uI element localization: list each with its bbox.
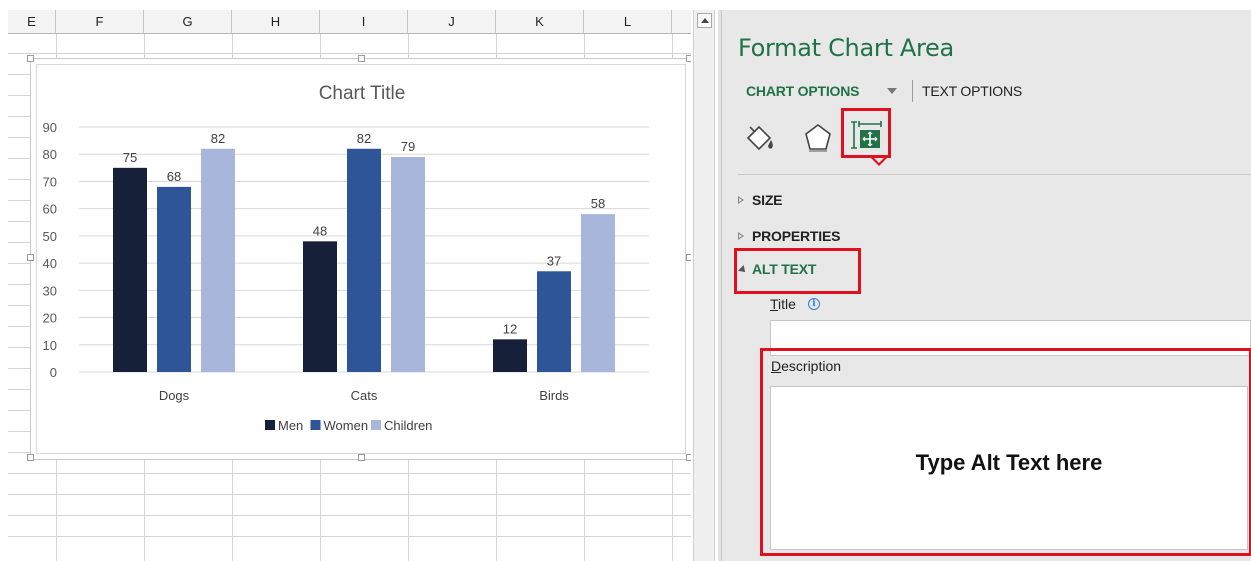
bar-chart[interactable]: Chart Title 0 10 20 30 40 50 60 70 80 90 75 68 82 Dogs… — [37, 65, 687, 455]
title-field-label: Title — [770, 296, 796, 312]
expand-properties-icon[interactable] — [738, 232, 744, 240]
legend-label-children: Children — [384, 418, 432, 433]
data-label-dogs-men: 75 — [123, 150, 137, 165]
spreadsheet-grid[interactable]: E F G H I J K L Chart Title 0 10 20 30 4… — [8, 10, 691, 561]
resize-handle-bottom[interactable] — [358, 454, 365, 461]
resize-handle-left[interactable] — [27, 254, 34, 261]
resize-handle-top-right[interactable] — [686, 55, 691, 62]
data-label-dogs-women: 68 — [167, 169, 181, 184]
effects-pentagon-icon[interactable] — [798, 118, 838, 158]
y-tick-label-50: 50 — [43, 229, 57, 244]
bar-cats-men — [303, 241, 337, 372]
fill-line-icon[interactable] — [742, 118, 782, 158]
bar-birds-women — [537, 271, 571, 372]
data-label-birds-women: 37 — [547, 253, 561, 268]
bar-birds-men — [493, 339, 527, 372]
resize-handle-bottom-right[interactable] — [686, 454, 691, 461]
bar-cats-women — [347, 148, 381, 372]
y-tick-label-30: 30 — [43, 283, 57, 298]
column-header-f[interactable]: F — [56, 10, 144, 34]
pane-separator — [738, 174, 1251, 175]
y-tick-label-20: 20 — [43, 311, 57, 326]
y-tick-label-80: 80 — [43, 147, 57, 162]
expand-size-icon[interactable] — [738, 196, 744, 204]
y-tick-label-10: 10 — [43, 338, 57, 353]
tab-chart-options[interactable]: CHART OPTIONS — [746, 83, 859, 99]
title-access-key: T — [770, 296, 779, 312]
description-text: Type Alt Text here — [915, 450, 1103, 475]
resize-handle-top-left[interactable] — [27, 55, 34, 62]
y-tick-label-70: 70 — [43, 174, 57, 189]
y-tick-label-60: 60 — [43, 202, 57, 217]
legend-swatch-men — [265, 420, 275, 430]
legend-swatch-women — [310, 420, 321, 430]
chart-plot-frame[interactable]: Chart Title 0 10 20 30 40 50 60 70 80 90 75 68 82 Dogs… — [36, 64, 686, 454]
tab-divider — [912, 80, 913, 102]
column-header-h[interactable]: H — [232, 10, 320, 34]
chart-area[interactable]: Chart Title 0 10 20 30 40 50 60 70 80 90 75 68 82 Dogs… — [27, 55, 691, 461]
bar-birds-children — [581, 214, 615, 372]
tab-text-options[interactable]: TEXT OPTIONS — [922, 83, 1022, 99]
data-label-cats-men: 48 — [313, 223, 327, 238]
column-headers: E F G H I J K L — [8, 10, 691, 34]
x-tick-label-dogs: Dogs — [159, 388, 190, 403]
description-access-key: D — [771, 358, 782, 374]
vertical-scrollbar[interactable] — [693, 10, 715, 561]
info-icon[interactable]: i — [808, 298, 820, 310]
bar-dogs-children — [201, 148, 235, 372]
column-header-g[interactable]: G — [144, 10, 232, 34]
format-chart-area-pane: Format Chart Area CHART OPTIONS TEXT OPT… — [722, 10, 1251, 561]
legend-swatch-children — [371, 420, 381, 430]
y-tick-label-0: 0 — [50, 365, 57, 380]
data-label-dogs-children: 82 — [211, 131, 225, 146]
title-label-text: itle — [778, 296, 796, 312]
y-tick-label-90: 90 — [43, 120, 57, 135]
resize-handle-bottom-left[interactable] — [27, 454, 34, 461]
size-properties-highlight — [841, 108, 891, 158]
data-label-cats-children: 79 — [401, 139, 415, 154]
column-header-e[interactable]: E — [8, 10, 56, 34]
resize-handle-right[interactable] — [686, 254, 691, 261]
section-size[interactable]: SIZE — [752, 192, 783, 208]
data-label-birds-children: 58 — [591, 196, 605, 211]
x-tick-label-birds: Birds — [539, 388, 569, 403]
description-label-text: escription — [781, 358, 842, 374]
column-header-l[interactable]: L — [584, 10, 672, 34]
x-tick-label-cats: Cats — [351, 388, 378, 403]
section-properties[interactable]: PROPERTIES — [752, 228, 840, 244]
chevron-down-icon[interactable] — [887, 88, 897, 94]
legend-label-men: Men — [278, 418, 303, 433]
column-header-i[interactable]: I — [320, 10, 408, 34]
column-header-k[interactable]: K — [496, 10, 584, 34]
legend-label-women: Women — [324, 418, 369, 433]
y-tick-label-40: 40 — [43, 256, 57, 271]
alt-text-highlight — [734, 248, 861, 294]
data-label-cats-women: 82 — [357, 131, 371, 146]
pane-title: Format Chart Area — [738, 34, 954, 62]
description-field-label: Description — [771, 358, 841, 374]
data-label-birds-men: 12 — [503, 321, 517, 336]
chart-title: Chart Title — [319, 83, 406, 104]
column-header-j[interactable]: J — [408, 10, 496, 34]
resize-handle-top[interactable] — [358, 55, 365, 62]
bar-dogs-women — [157, 186, 191, 372]
bar-cats-children — [391, 156, 425, 372]
alt-text-description-textarea[interactable]: Type Alt Text here — [770, 386, 1248, 550]
bar-dogs-men — [113, 167, 147, 372]
scroll-up-arrow-icon[interactable] — [697, 13, 712, 28]
